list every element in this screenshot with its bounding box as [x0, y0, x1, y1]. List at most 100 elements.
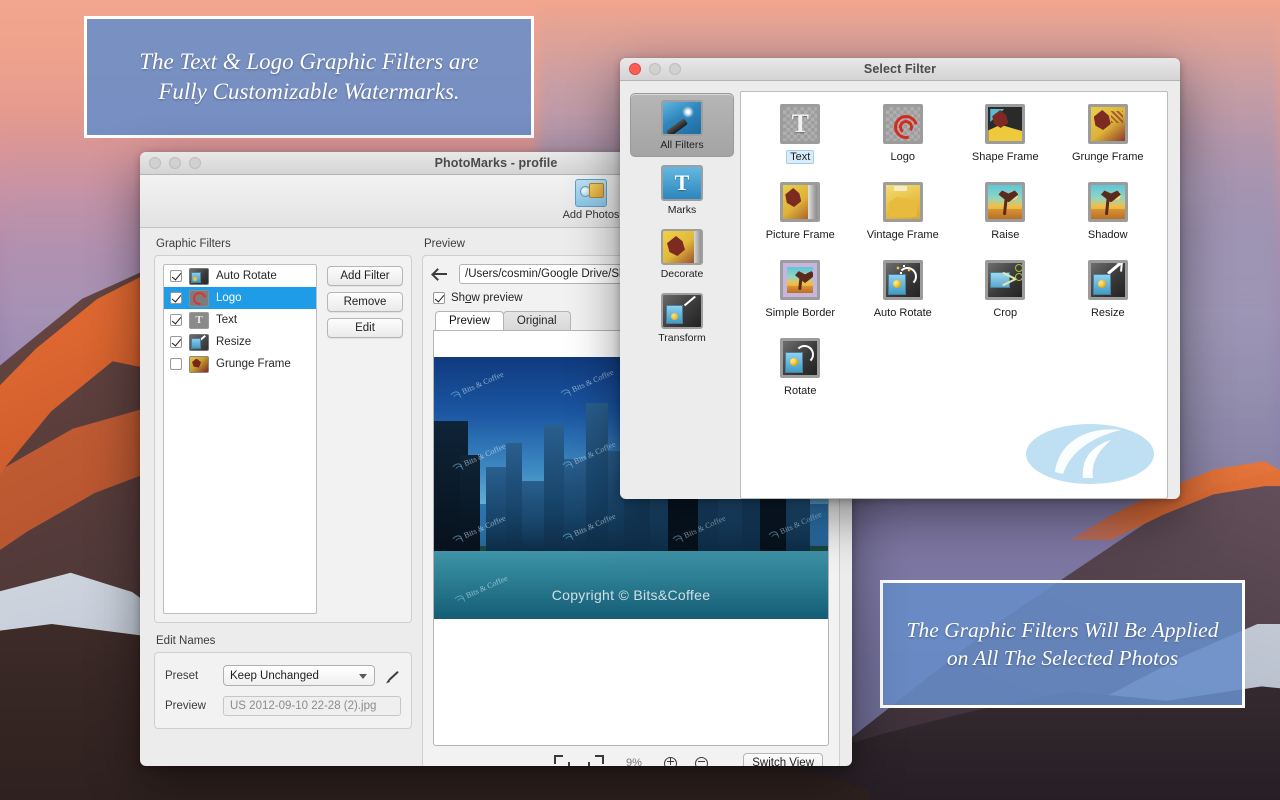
add-photos-icon [575, 179, 607, 207]
left-column: Graphic Filters Auto Rotate Logo [154, 238, 412, 766]
filter-item-crop[interactable]: Crop [954, 260, 1057, 320]
filter-item-auto-rotate-label: Auto Rotate [870, 306, 936, 320]
filter-item-vintage-frame[interactable]: Vintage Frame [852, 182, 955, 242]
filter-checkbox-text[interactable] [170, 314, 182, 326]
filter-label-resize: Resize [216, 336, 251, 348]
zoom-in-icon[interactable] [664, 757, 677, 767]
filter-grid: T Text Logo Shape Frame Grunge Frame [749, 104, 1159, 398]
filter-item-crop-label: Crop [989, 306, 1021, 320]
toolbar-add-photos[interactable]: Add Photos [558, 175, 624, 223]
filter-row-resize[interactable]: Resize [164, 331, 316, 353]
text-filter-icon: T [780, 104, 820, 144]
filter-item-picture-frame[interactable]: Picture Frame [749, 182, 852, 242]
photo-building [506, 443, 522, 551]
filter-item-shadow[interactable]: Shadow [1057, 182, 1160, 242]
filter-item-auto-rotate[interactable]: Auto Rotate [852, 260, 955, 320]
category-sidebar: All Filters T Marks Decorate Transform [630, 91, 734, 499]
edit-filter-button[interactable]: Edit [327, 318, 403, 338]
raise-icon [985, 182, 1025, 222]
filter-item-resize-label: Resize [1087, 306, 1129, 320]
filter-item-logo-label: Logo [887, 150, 919, 164]
add-filter-button[interactable]: Add Filter [327, 266, 403, 286]
filter-item-vintage-frame-label: Vintage Frame [863, 228, 943, 242]
category-decorate[interactable]: Decorate [630, 223, 734, 285]
auto-rotate-icon [883, 260, 923, 300]
promo-banner-bottom: The Graphic Filters Will Be Applied on A… [880, 580, 1245, 708]
photo-building [522, 481, 546, 551]
filter-item-logo[interactable]: Logo [852, 104, 955, 164]
photo-building [544, 425, 564, 551]
name-preview-value: US 2012-09-10 22-28 (2).jpg [223, 696, 401, 716]
simple-border-icon [780, 260, 820, 300]
tab-original[interactable]: Original [503, 311, 571, 330]
maximize-button[interactable] [189, 157, 201, 169]
filter-grid-container: T Text Logo Shape Frame Grunge Frame [740, 91, 1168, 499]
preset-select[interactable]: Keep Unchanged [223, 665, 375, 686]
back-arrow-icon[interactable] [433, 267, 449, 281]
preset-value: Keep Unchanged [230, 670, 319, 682]
filter-checkbox-grunge-frame[interactable] [170, 358, 182, 370]
right-column: Preview /Users/cosmin/Google Drive/Share… [422, 238, 840, 766]
preview-tabs: Preview Original [435, 311, 829, 330]
filter-checkbox-resize[interactable] [170, 336, 182, 348]
close-button[interactable] [149, 157, 161, 169]
filter-label-logo: Logo [216, 292, 242, 304]
filter-item-raise-label: Raise [987, 228, 1023, 242]
show-preview-checkbox[interactable] [433, 292, 445, 304]
filter-label-grunge-frame: Grunge Frame [216, 358, 291, 370]
dialog-close-button[interactable] [629, 63, 641, 75]
edit-names-label: Edit Names [156, 635, 412, 647]
main-window-traffic-lights [140, 157, 201, 169]
filter-checkbox-logo[interactable] [170, 292, 182, 304]
filter-checkbox-auto-rotate[interactable] [170, 270, 182, 282]
category-all-filters-label: All Filters [660, 139, 703, 151]
graphic-filters-list[interactable]: Auto Rotate Logo T Text [163, 264, 317, 614]
category-all-filters[interactable]: All Filters [630, 93, 734, 157]
category-transform-label: Transform [658, 332, 705, 344]
shadow-icon [1088, 182, 1128, 222]
edit-pencil-icon[interactable] [385, 668, 401, 684]
filter-item-raise[interactable]: Raise [954, 182, 1057, 242]
filter-item-picture-frame-label: Picture Frame [762, 228, 839, 242]
filter-actions: Add Filter Remove Edit [327, 264, 403, 614]
grunge-frame-icon [1088, 104, 1128, 144]
vintage-frame-icon [883, 182, 923, 222]
actual-size-icon[interactable] [588, 755, 604, 766]
dialog-minimize-button[interactable] [649, 63, 661, 75]
brand-logo [1025, 416, 1155, 488]
remove-filter-button[interactable]: Remove [327, 292, 403, 312]
resize-icon [1088, 260, 1128, 300]
dialog-traffic-lights [620, 63, 681, 75]
decorate-icon [661, 229, 703, 265]
preview-toolbar: 9% Switch View [433, 746, 829, 766]
text-icon: T [189, 312, 209, 329]
select-filter-dialog: Select Filter All Filters T Marks Decora… [620, 58, 1180, 499]
copyright-watermark: Copyright © Bits&Coffee [434, 587, 828, 603]
filter-item-grunge-frame[interactable]: Grunge Frame [1057, 104, 1160, 164]
crop-icon [985, 260, 1025, 300]
marks-icon: T [661, 165, 703, 201]
filter-row-logo[interactable]: Logo [164, 287, 316, 309]
dialog-maximize-button[interactable] [669, 63, 681, 75]
preset-row: Preset Keep Unchanged [165, 665, 401, 686]
zoom-out-icon[interactable] [695, 757, 708, 767]
filter-item-rotate[interactable]: Rotate [749, 338, 852, 398]
category-marks[interactable]: T Marks [630, 159, 734, 221]
dialog-title: Select Filter [620, 62, 1180, 76]
filter-row-grunge-frame[interactable]: Grunge Frame [164, 353, 316, 375]
filter-item-text[interactable]: T Text [749, 104, 852, 164]
filter-row-text[interactable]: T Text [164, 309, 316, 331]
minimize-button[interactable] [169, 157, 181, 169]
photo-building [486, 467, 508, 551]
switch-view-button[interactable]: Switch View [743, 753, 823, 766]
logo-icon [189, 290, 209, 307]
filter-item-resize[interactable]: Resize [1057, 260, 1160, 320]
filter-item-shape-frame-label: Shape Frame [968, 150, 1043, 164]
fit-to-window-icon[interactable] [554, 755, 570, 766]
filter-label-text: Text [216, 314, 237, 326]
tab-preview[interactable]: Preview [435, 311, 504, 330]
preset-label: Preset [165, 670, 213, 682]
edit-names-section: Edit Names Preset Keep Unchanged Preview… [154, 635, 412, 729]
filter-item-shape-frame[interactable]: Shape Frame [954, 104, 1057, 164]
filter-row-auto-rotate[interactable]: Auto Rotate [164, 265, 316, 287]
